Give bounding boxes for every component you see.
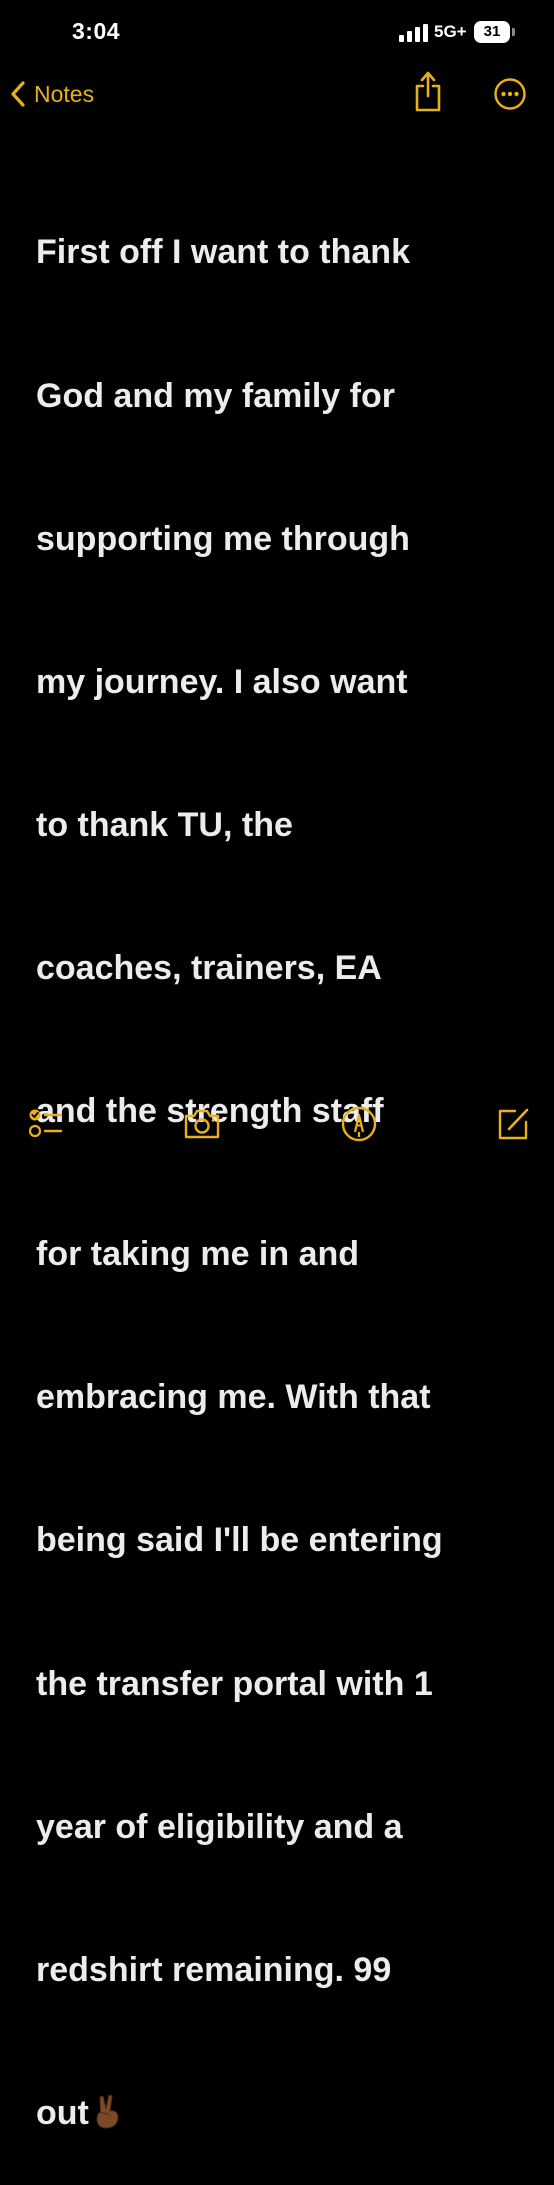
note-line: to thank TU, the (36, 805, 293, 844)
note-line: First off I want to thank (36, 233, 410, 272)
compose-icon (498, 1108, 529, 1140)
compose-button[interactable] (493, 1104, 533, 1144)
note-line: supporting me through (36, 519, 410, 558)
share-icon[interactable] (412, 70, 444, 112)
battery-icon: 31 (474, 21, 518, 43)
status-bar: 3:04 5G+ 31 (0, 0, 554, 60)
battery-level: 31 (483, 23, 501, 40)
note-text[interactable]: First off I want to thank God and my fam… (36, 134, 536, 2185)
checklist-icon (28, 1109, 63, 1138)
note-line: embracing me. With that (36, 1378, 431, 1417)
note-line: and the strength staff (36, 1092, 384, 1131)
note-line: being said I'll be entering (36, 1521, 443, 1560)
back-button[interactable]: Notes (10, 76, 94, 112)
note-line: out (36, 2093, 89, 2132)
note-line: God and my family for (36, 376, 395, 415)
network-type-label: 5G+ (434, 22, 467, 41)
note-line: my journey. I also want (36, 662, 408, 701)
note-line: for taking me in and (36, 1235, 360, 1274)
chevron-left-icon (11, 81, 25, 107)
back-button-label: Notes (34, 80, 95, 107)
victory-hand-icon (96, 2094, 119, 2129)
note-line: redshirt remaining. 99 (36, 1950, 392, 1989)
note-line: coaches, trainers, EA (36, 948, 382, 987)
cellular-signal-icon (399, 24, 428, 42)
camera-icon (184, 1109, 220, 1139)
checklist-button[interactable] (26, 1104, 66, 1144)
more-options-icon[interactable] (494, 78, 526, 110)
markup-button[interactable] (339, 1104, 379, 1144)
status-time: 3:04 (72, 18, 121, 44)
note-line: the transfer portal with 1 (36, 1664, 433, 1703)
note-line: year of eligibility and a (36, 1807, 403, 1846)
note-line-last: out (36, 2090, 536, 2138)
markup-pen-icon (341, 1106, 377, 1142)
camera-button[interactable] (182, 1104, 222, 1144)
